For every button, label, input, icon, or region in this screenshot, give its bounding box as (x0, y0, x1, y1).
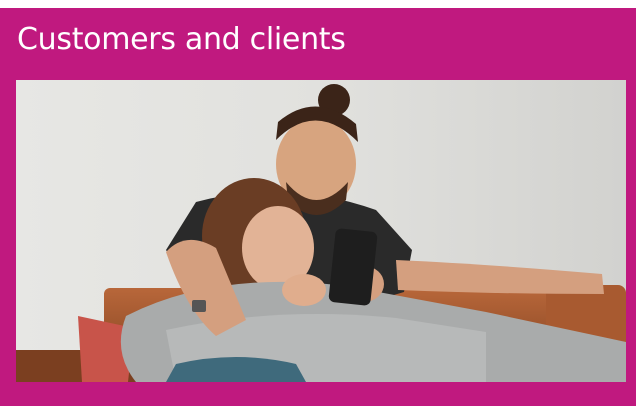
couple-on-sofa-photo (16, 80, 626, 382)
card-title: Customers and clients (17, 22, 346, 57)
customers-clients-card[interactable]: Customers and clients (0, 8, 636, 406)
